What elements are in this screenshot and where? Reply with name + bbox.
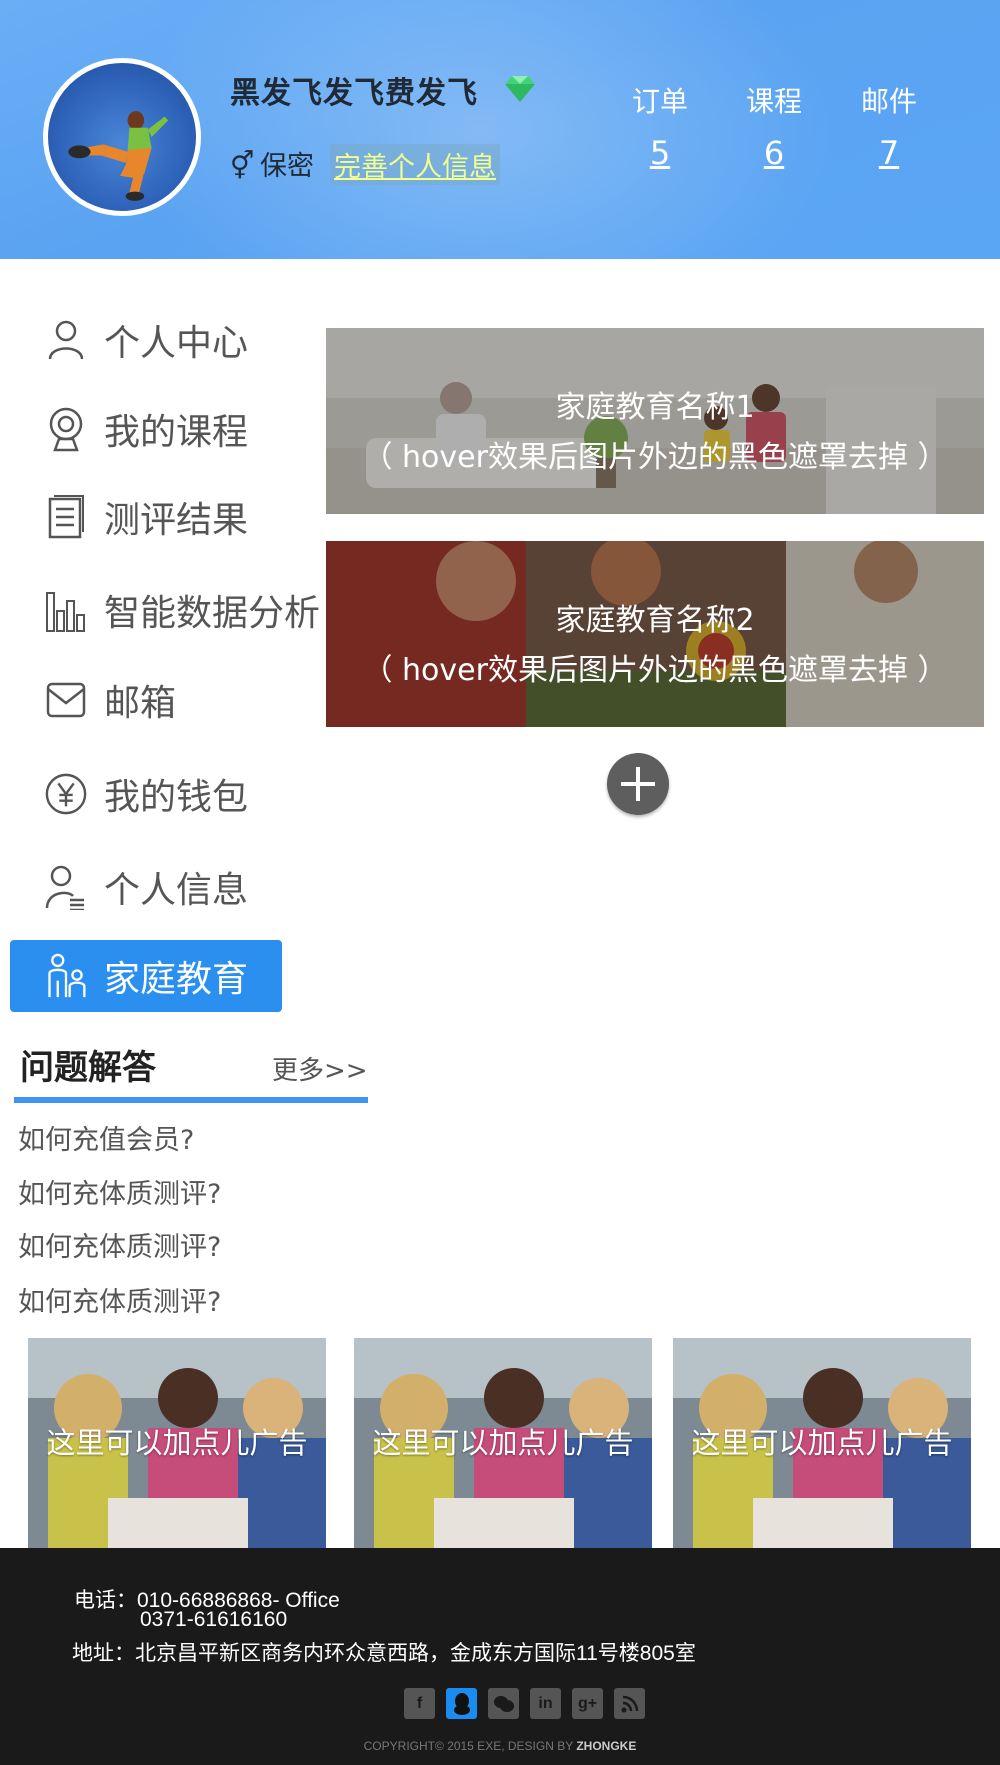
card-title: 家庭教育名称2 (555, 603, 755, 638)
ad-text: 这里可以加点儿广告 (691, 1426, 953, 1460)
wechat-icon[interactable] (488, 1688, 519, 1719)
stat-value[interactable]: 5 (620, 134, 700, 172)
document-icon (44, 495, 88, 539)
linkedin-icon[interactable]: in (530, 1688, 561, 1719)
copyright: COPYRIGHT© 2015 EXE, DESIGN BY ZHONGKE (0, 1739, 1000, 1753)
card-caption: 家庭教育名称2 （ hover效果后图片外边的黑色遮罩去掉 ） (326, 596, 984, 696)
sidebar-item-personal-info[interactable]: 个人信息 (44, 857, 248, 917)
gender-icon: ⚥ (230, 151, 255, 182)
stats-bar: 订单 5 课程 6 邮件 7 (620, 80, 950, 180)
sidebar-item-label: 我的课程 (104, 412, 249, 453)
avatar-image (68, 111, 169, 201)
stat-mails[interactable]: 邮件 7 (849, 80, 929, 172)
sidebar-item-label: 个人信息 (104, 870, 249, 911)
card-caption: 家庭教育名称1 （ hover效果后图片外边的黑色遮罩去掉 ） (326, 383, 984, 483)
sidebar-item-mailbox[interactable]: 邮箱 (44, 670, 176, 730)
diamond-icon (505, 76, 535, 102)
sidebar-item-label: 智能数据分析 (104, 593, 321, 634)
card-note: （ hover效果后图片外边的黑色遮罩去掉 ） (362, 653, 948, 688)
rss-icon[interactable] (614, 1688, 645, 1719)
gender-value: 保密 (260, 151, 314, 182)
card-note: （ hover效果后图片外边的黑色遮罩去掉 ） (362, 440, 948, 475)
profile-header: 黑发飞发飞费发飞 ⚥ 保密 完善个人信息 订单 5 课程 6 邮件 7 (0, 0, 1000, 259)
sidebar-item-my-courses[interactable]: 我的课程 (44, 399, 248, 459)
copyright-text: COPYRIGHT© 2015 EXE, DESIGN BY (363, 1739, 573, 1753)
sidebar-item-label: 我的钱包 (104, 777, 249, 818)
ad-text: 这里可以加点儿广告 (46, 1426, 308, 1460)
copyright-brand: ZHONGKE (576, 1739, 637, 1753)
stat-label: 订单 (631, 85, 688, 118)
mail-icon (44, 678, 88, 722)
ad-banner[interactable]: 这里可以加点儿广告 (354, 1338, 652, 1548)
qq-icon[interactable] (446, 1688, 477, 1719)
faq-item[interactable]: 如何充值会员? (18, 1118, 194, 1157)
user-icon (44, 318, 88, 362)
user-list-icon (44, 865, 88, 910)
yen-icon (44, 772, 88, 816)
stat-courses[interactable]: 课程 6 (734, 80, 814, 172)
stat-label: 课程 (745, 85, 802, 118)
stat-label: 邮件 (860, 85, 917, 118)
faq-more-link[interactable]: 更多>> (272, 1050, 368, 1087)
gender-label: ⚥ 保密 (230, 144, 314, 183)
complete-profile-link[interactable]: 完善个人信息 (330, 144, 500, 185)
sidebar-item-data-analysis[interactable]: 智能数据分析 (44, 580, 320, 640)
add-button[interactable] (607, 753, 669, 815)
stat-value[interactable]: 6 (734, 134, 814, 172)
faq-item[interactable]: 如何充体质测评? (18, 1280, 221, 1319)
family-education-card[interactable]: 家庭教育名称1 （ hover效果后图片外边的黑色遮罩去掉 ） (326, 328, 984, 514)
stat-value[interactable]: 7 (849, 134, 929, 172)
facebook-icon[interactable]: f (404, 1688, 435, 1719)
family-icon (44, 953, 88, 998)
ad-banner[interactable]: 这里可以加点儿广告 (673, 1338, 971, 1548)
googleplus-icon[interactable]: g+ (572, 1688, 603, 1719)
webcam-icon (44, 407, 88, 452)
sidebar-item-label: 个人中心 (104, 323, 249, 364)
stat-orders[interactable]: 订单 5 (620, 80, 700, 172)
bar-chart-icon (44, 588, 88, 632)
footer-address: 地址：北京昌平新区商务内环众意西路，金成东方国际11号楼805室 (72, 1642, 696, 1665)
username: 黑发飞发飞费发飞 (230, 76, 478, 111)
ad-text: 这里可以加点儿广告 (372, 1426, 634, 1460)
sidebar-item-label: 测评结果 (104, 500, 249, 541)
faq-item[interactable]: 如何充体质测评? (18, 1225, 221, 1264)
faq-divider (14, 1097, 368, 1103)
sidebar-item-personal-center[interactable]: 个人中心 (44, 310, 248, 370)
faq-item[interactable]: 如何充体质测评? (18, 1172, 221, 1211)
sidebar-item-wallet[interactable]: 我的钱包 (44, 764, 248, 824)
sidebar-item-evaluation-results[interactable]: 测评结果 (44, 487, 248, 547)
sidebar-item-label: 邮箱 (104, 683, 177, 724)
footer: 电话：010-66886868- Office 0371-61616160 地址… (0, 1548, 1000, 1765)
ad-banner[interactable]: 这里可以加点儿广告 (28, 1338, 326, 1548)
card-title: 家庭教育名称1 (555, 390, 755, 425)
sidebar-item-family-education[interactable]: 家庭教育 (10, 940, 282, 1012)
avatar[interactable] (43, 58, 201, 216)
sidebar-item-label: 家庭教育 (104, 959, 249, 1000)
faq-title: 问题解答 (20, 1048, 156, 1088)
family-education-card[interactable]: 家庭教育名称2 （ hover效果后图片外边的黑色遮罩去掉 ） (326, 541, 984, 727)
footer-phone-secondary: 0371-61616160 (140, 1608, 288, 1631)
social-links: f in g+ (404, 1688, 645, 1719)
